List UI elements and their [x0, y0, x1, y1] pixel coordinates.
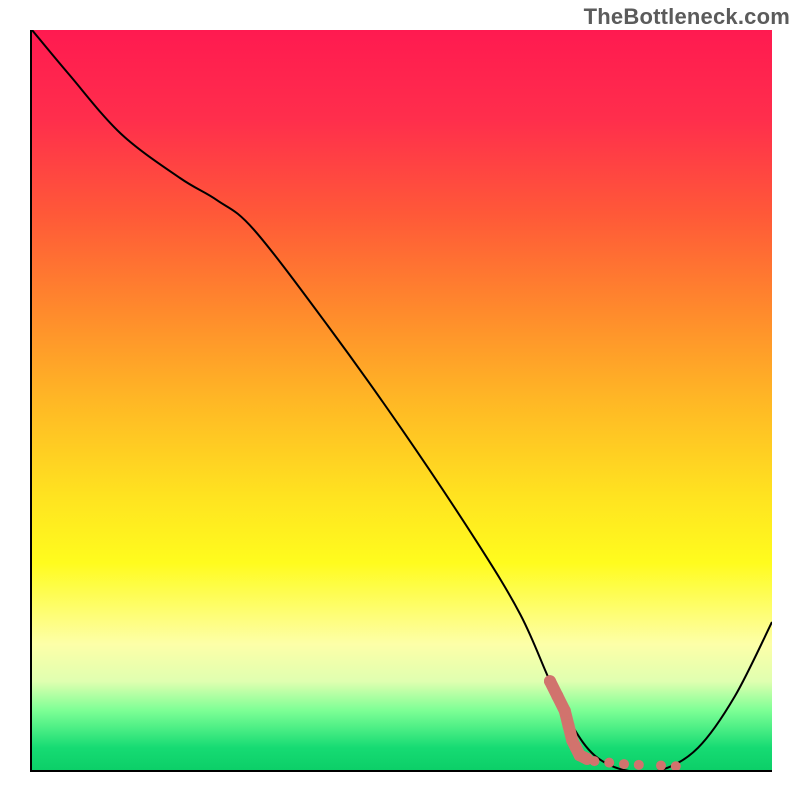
min-marker-dot	[656, 761, 666, 770]
min-marker-dot	[551, 690, 563, 702]
watermark-text: TheBottleneck.com	[584, 4, 790, 30]
plot-area	[30, 30, 772, 772]
min-marker-dot	[604, 758, 614, 768]
flat-min-marker	[544, 675, 681, 770]
min-marker-dot	[634, 760, 644, 770]
min-marker-dot	[589, 756, 599, 766]
bottleneck-curve	[32, 30, 772, 770]
min-marker-dot	[563, 720, 575, 732]
curve-layer	[32, 30, 772, 770]
min-marker-dot	[619, 759, 629, 769]
min-marker-dot	[559, 705, 571, 717]
min-marker-dot	[544, 675, 556, 687]
chart-stage: TheBottleneck.com	[0, 0, 800, 800]
